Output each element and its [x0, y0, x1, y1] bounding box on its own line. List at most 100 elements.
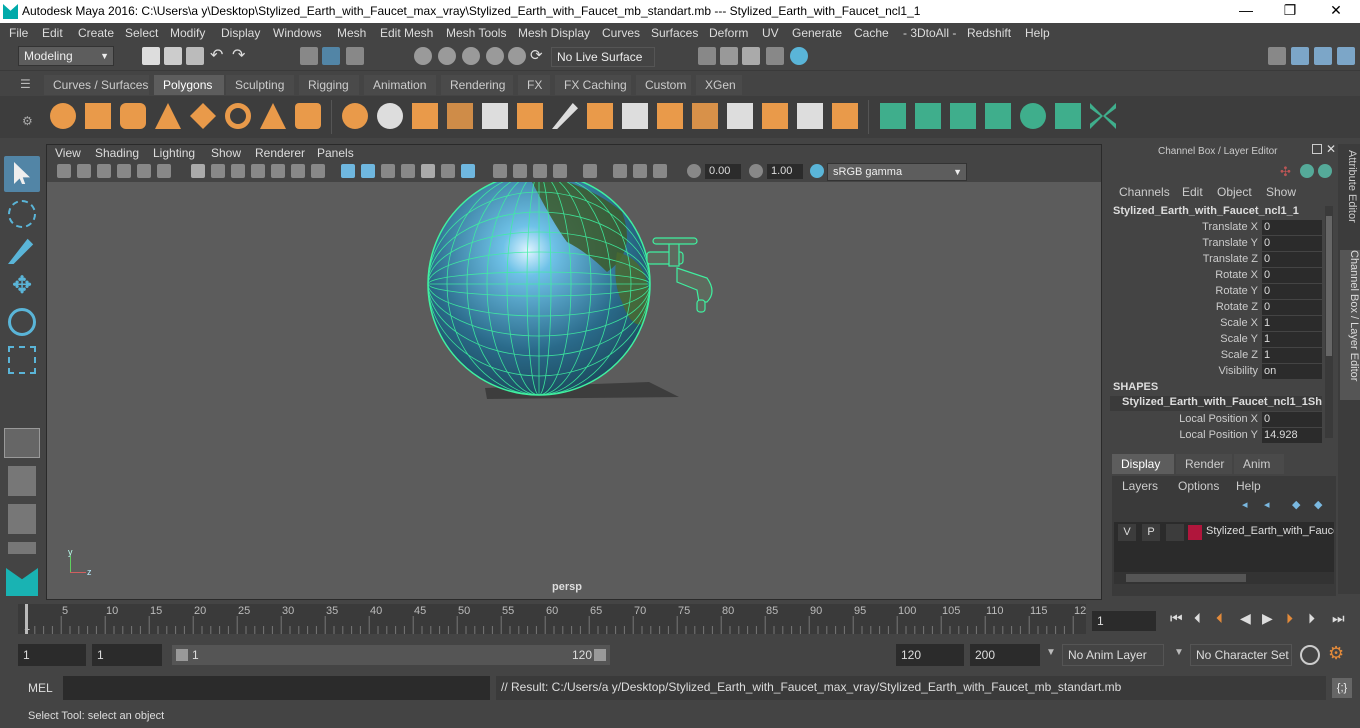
auto-key-icon[interactable] — [1300, 645, 1320, 665]
menu-deform[interactable]: Deform — [709, 26, 748, 40]
step-forward-frame-icon[interactable]: ⏵ — [1308, 610, 1315, 627]
channel-scale-x[interactable]: Scale X1 — [1110, 316, 1322, 332]
backface-culling-icon[interactable] — [653, 164, 667, 178]
axis-gizmo-icon[interactable]: ✣ — [1280, 164, 1294, 179]
bridge-icon[interactable] — [657, 103, 683, 129]
render-settings-icon[interactable] — [766, 47, 784, 65]
menu-windows[interactable]: Windows — [273, 26, 322, 40]
separate-icon[interactable] — [377, 103, 403, 129]
tab-xgen[interactable]: XGen — [696, 75, 742, 95]
script-editor-icon[interactable]: {;} — [1332, 678, 1352, 698]
tab-polygons[interactable]: Polygons — [154, 75, 224, 95]
history-icon[interactable] — [1318, 164, 1332, 178]
hypershade-icon[interactable] — [790, 47, 808, 65]
new-layer-selected-icon[interactable]: ◆ — [1314, 498, 1328, 511]
menu-create[interactable]: Create — [78, 26, 114, 40]
time-ruler[interactable]: 1510152025303540455055606570758085909510… — [18, 604, 1086, 634]
menu-mesh-tools[interactable]: Mesh Tools — [446, 26, 506, 40]
poly-cylinder-icon[interactable] — [120, 103, 146, 129]
character-set-dropdown[interactable]: No Character Set — [1190, 644, 1292, 666]
xray-icon[interactable] — [613, 164, 627, 178]
poly-sphere-icon[interactable] — [50, 103, 76, 129]
vp-menu-show[interactable]: Show — [211, 146, 241, 160]
menu-generate[interactable]: Generate — [792, 26, 842, 40]
tab-render[interactable]: Render — [1176, 454, 1232, 474]
tab-fx[interactable]: FX — [518, 75, 550, 95]
menu-mesh[interactable]: Mesh — [337, 26, 366, 40]
anim-layer-dropdown[interactable]: No Anim Layer — [1062, 644, 1164, 666]
tab-channel-box-layer-editor[interactable]: Channel Box / Layer Editor — [1340, 250, 1360, 400]
layer-name[interactable]: Stylized_Earth_with_Faucet — [1206, 525, 1334, 537]
append-polygon-icon[interactable] — [762, 103, 788, 129]
single-perspective-view-icon[interactable] — [4, 428, 40, 458]
layer-menu-options[interactable]: Options — [1178, 479, 1219, 493]
chevron-down-icon[interactable]: ▼ — [1046, 647, 1056, 658]
image-plane-icon[interactable] — [117, 164, 131, 178]
field-chart-icon[interactable] — [271, 164, 285, 178]
viewport-panel[interactable]: View Shading Lighting Show Renderer Pane… — [46, 144, 1102, 600]
mode-selector[interactable]: Modeling ▼ — [18, 46, 114, 66]
menu-redshift[interactable]: Redshift — [967, 26, 1011, 40]
camera-attributes-icon[interactable] — [77, 164, 91, 178]
menu-help[interactable]: Help — [1025, 26, 1050, 40]
poly-torus-icon[interactable] — [225, 103, 251, 129]
toggle-attribute-editor-icon[interactable] — [1291, 47, 1309, 65]
menu-select[interactable]: Select — [125, 26, 158, 40]
menu-surfaces[interactable]: Surfaces — [651, 26, 698, 40]
close-panel-icon[interactable]: ✕ — [1326, 142, 1336, 156]
channel-translate-y[interactable]: Translate Y0 — [1110, 236, 1322, 252]
vp-menu-panels[interactable]: Panels — [317, 146, 354, 160]
toggle-tool-settings-icon[interactable] — [1314, 47, 1332, 65]
channel-visibility[interactable]: Visibility on — [1110, 364, 1322, 380]
current-time-marker[interactable] — [25, 604, 28, 634]
depth-of-field-icon[interactable] — [553, 164, 567, 178]
command-input[interactable] — [63, 676, 490, 700]
menu-curves[interactable]: Curves — [602, 26, 640, 40]
menu-modify[interactable]: Modify — [170, 26, 205, 40]
menu-edit[interactable]: Edit — [42, 26, 63, 40]
gamma-field[interactable]: 1.00 — [767, 164, 803, 179]
default-material-icon[interactable] — [401, 164, 415, 178]
tab-rigging[interactable]: Rigging — [299, 75, 359, 95]
reduce-icon[interactable] — [482, 103, 508, 129]
menu-edit-mesh[interactable]: Edit Mesh — [380, 26, 433, 40]
select-tool-button[interactable] — [4, 156, 40, 192]
tab-attribute-editor[interactable]: Attribute Editor — [1342, 150, 1358, 232]
layout-shortcuts-icon[interactable] — [8, 542, 36, 554]
channel-scale-y[interactable]: Scale Y1 — [1110, 332, 1322, 348]
snap-point-icon[interactable] — [462, 47, 480, 65]
persp-outliner-icon[interactable] — [8, 504, 36, 534]
mirror-icon[interactable] — [412, 103, 438, 129]
exposure-field[interactable]: 0.00 — [705, 164, 741, 179]
play-forwards-icon[interactable]: ▶ — [1262, 610, 1273, 627]
gate-mask-icon[interactable] — [251, 164, 265, 178]
step-forward-key-icon[interactable]: ⏵ — [1286, 610, 1293, 627]
animation-preferences-icon[interactable]: ⚙ — [1328, 643, 1350, 665]
faucet-mesh[interactable] — [646, 237, 713, 313]
tab-animation[interactable]: Animation — [364, 75, 436, 95]
snap-grid-icon[interactable] — [414, 47, 432, 65]
poly-cube-icon[interactable] — [85, 103, 111, 129]
snap-curve-icon[interactable] — [438, 47, 456, 65]
chevron-down-icon[interactable]: ▼ — [1174, 647, 1184, 658]
smooth-icon[interactable] — [447, 103, 473, 129]
range-start-handle[interactable] — [176, 649, 188, 661]
select-object-icon[interactable] — [322, 47, 340, 65]
cylindrical-map-icon[interactable] — [915, 103, 941, 129]
layer-row[interactable]: V P Stylized_Earth_with_Faucet — [1118, 524, 1338, 542]
cb-menu-channels[interactable]: Channels — [1119, 185, 1170, 199]
lights-icon[interactable] — [441, 164, 455, 178]
channel-local-position-y[interactable]: Local Position Y 14.928 — [1110, 428, 1322, 444]
cut-uv-icon[interactable] — [1090, 103, 1116, 129]
four-view-icon[interactable] — [8, 466, 36, 496]
range-end-handle[interactable] — [594, 649, 606, 661]
merge-vertices-icon[interactable] — [797, 103, 823, 129]
2d-pan-icon[interactable] — [137, 164, 151, 178]
shelf-menu-icon[interactable]: ☰ — [20, 77, 34, 91]
anti-aliasing-icon[interactable] — [533, 164, 547, 178]
resolution-gate-icon[interactable] — [231, 164, 245, 178]
color-management-icon[interactable] — [810, 164, 824, 178]
channel-translate-x[interactable]: Translate X0 — [1110, 220, 1322, 236]
ipr-render-icon[interactable] — [742, 47, 760, 65]
current-frame-field[interactable]: 1 — [1092, 611, 1156, 631]
